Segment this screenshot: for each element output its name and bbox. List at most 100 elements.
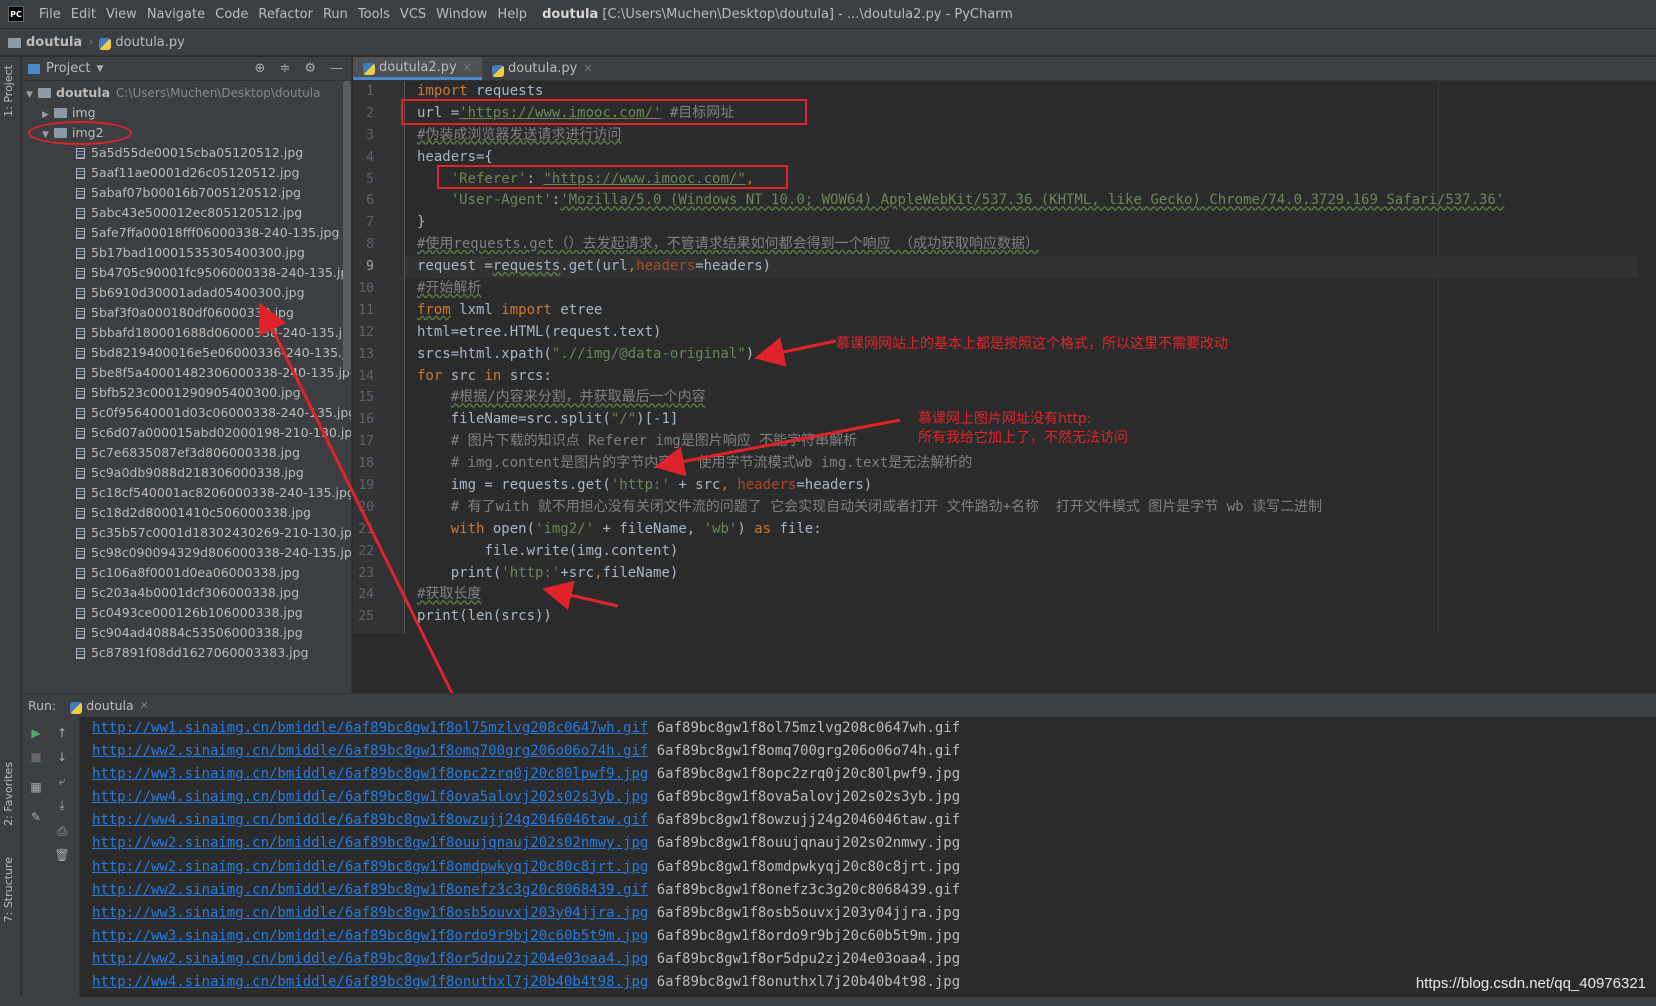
menu-edit[interactable]: Edit	[66, 7, 101, 22]
image-file-icon	[76, 168, 85, 179]
console-url-link[interactable]: http://ww3.sinaimg.cn/bmiddle/6af89bc8gw…	[92, 766, 648, 782]
menu-window[interactable]: Window	[431, 7, 492, 22]
image-file-icon	[76, 208, 85, 219]
console-url-link[interactable]: http://ww2.sinaimg.cn/bmiddle/6af89bc8gw…	[92, 882, 648, 898]
favorites-tool-tab[interactable]: 2: Favorites	[2, 762, 15, 826]
tab-doutula2[interactable]: doutula2.py ✕	[353, 57, 482, 80]
tree-file[interactable]: 5c18cf540001ac8206000338-240-135.jpg	[22, 483, 351, 503]
image-file-icon	[76, 588, 85, 599]
menu-refactor[interactable]: Refactor	[253, 7, 318, 22]
locate-icon[interactable]: ⊕	[255, 61, 266, 76]
tree-file[interactable]: 5b17bad10001535305400300.jpg	[22, 243, 351, 263]
project-tool-tab[interactable]: 1: Project	[2, 65, 15, 117]
code-token: "/"	[610, 411, 637, 428]
menu-view[interactable]: View	[101, 7, 142, 22]
console-url-link[interactable]: http://ww2.sinaimg.cn/bmiddle/6af89bc8gw…	[92, 835, 648, 851]
trash-icon[interactable]: 🗑	[54, 847, 70, 863]
pin-icon[interactable]: ✎	[28, 809, 44, 825]
gear-icon[interactable]: ⚙	[304, 61, 316, 76]
code-token: requests	[467, 83, 544, 99]
tree-root[interactable]: ▼ doutula C:\Users\Muchen\Desktop\doutula	[22, 83, 351, 103]
tree-file[interactable]: 5b4705c90001fc9506000338-240-135.jpg	[22, 263, 351, 283]
tree-file[interactable]: 5abaf07b00016b7005120512.jpg	[22, 183, 351, 203]
tree-file[interactable]: 5baf3f0a000180df06000338.jpg	[22, 303, 351, 323]
print-icon[interactable]: ⎙	[54, 823, 70, 839]
console-url-link[interactable]: http://ww2.sinaimg.cn/bmiddle/6af89bc8gw…	[92, 951, 648, 967]
console-url-link[interactable]: http://ww2.sinaimg.cn/bmiddle/6af89bc8gw…	[92, 859, 648, 875]
run-console[interactable]: http://ww1.sinaimg.cn/bmiddle/6af89bc8gw…	[80, 717, 1656, 997]
menu-run[interactable]: Run	[318, 7, 353, 22]
tree-file[interactable]: 5c35b57c0001d18302430269-210-130.jpg	[22, 523, 351, 543]
tree-file-label: 5c18cf540001ac8206000338-240-135.jpg	[91, 485, 352, 500]
image-file-icon	[76, 508, 85, 519]
console-url-link[interactable]: http://ww2.sinaimg.cn/bmiddle/6af89bc8gw…	[92, 743, 648, 759]
pycharm-logo-icon: PC	[8, 6, 24, 22]
tree-file-label: 5b6910d30001adad05400300.jpg	[91, 285, 305, 300]
console-url-link[interactable]: http://ww4.sinaimg.cn/bmiddle/6af89bc8gw…	[92, 789, 648, 805]
arrow-up-icon[interactable]: ↑	[54, 725, 70, 741]
collapse-all-icon[interactable]: ≑	[279, 61, 290, 76]
breadcrumb-file[interactable]: doutula.py	[115, 35, 184, 50]
menu-help[interactable]: Help	[492, 7, 532, 22]
tree-file[interactable]: 5c904ad40884c53506000338.jpg	[22, 623, 351, 643]
run-panel-header: Run: doutula ✕	[22, 693, 1656, 717]
tree-file[interactable]: 5c0493ce000126b106000338.jpg	[22, 603, 351, 623]
code-token: + src	[669, 477, 721, 494]
soft-wrap-icon[interactable]: ⤶	[54, 773, 70, 789]
tree-file[interactable]: 5c98c090094329d806000338-240-135.jpg	[22, 543, 351, 563]
tree-file[interactable]: 5afe7ffa00018fff06000338-240-135.jpg	[22, 223, 351, 243]
folder-icon	[54, 108, 67, 118]
tree-file[interactable]: 5c87891f08dd1627060003383.jpg	[22, 643, 351, 663]
menu-vcs[interactable]: VCS	[395, 7, 431, 22]
structure-tool-tab[interactable]: 7: Structure	[2, 857, 15, 922]
tree-file[interactable]: 5c106a8f0001d0ea06000338.jpg	[22, 563, 351, 583]
console-url-link[interactable]: http://ww3.sinaimg.cn/bmiddle/6af89bc8gw…	[92, 928, 648, 944]
tree-file[interactable]: 5be8f5a40001482306000338-240-135.jpg	[22, 363, 351, 383]
run-label: Run:	[28, 698, 57, 713]
expanded-arrow-icon[interactable]: ▼	[26, 85, 38, 105]
run-config-tab[interactable]: doutula	[86, 698, 133, 713]
menu-code[interactable]: Code	[210, 7, 253, 22]
tree-file[interactable]: 5c18d2d80001410c506000338.jpg	[22, 503, 351, 523]
tree-file[interactable]: 5c203a4b0001dcf306000338.jpg	[22, 583, 351, 603]
scroll-to-end-icon[interactable]: ⤓	[54, 797, 70, 813]
project-view-selector[interactable]: Project	[46, 61, 90, 76]
breadcrumb-folder[interactable]: doutula	[26, 35, 82, 50]
image-file-icon	[76, 408, 85, 419]
stop-icon[interactable]: ■	[28, 749, 44, 765]
code-token: 'User-Agent'	[450, 192, 552, 209]
image-file-icon	[76, 288, 85, 299]
tree-file[interactable]: 5c0f95640001d03c06000338-240-135.jpg	[22, 403, 351, 423]
line-number: 6	[366, 193, 374, 209]
tab-doutula[interactable]: doutula.py ✕	[482, 57, 603, 80]
menu-file[interactable]: File	[34, 7, 66, 22]
close-icon[interactable]: ✕	[140, 699, 149, 712]
close-icon[interactable]: ✕	[583, 62, 592, 75]
tree-file[interactable]: 5abc43e500012ec805120512.jpg	[22, 203, 351, 223]
menu-tools[interactable]: Tools	[353, 7, 395, 22]
tree-file[interactable]: 5a5d55de00015cba05120512.jpg	[22, 143, 351, 163]
close-icon[interactable]: ✕	[463, 61, 472, 74]
tree-file[interactable]: 5bd8219400016e5e06000336-240-135.jpg	[22, 343, 351, 363]
tree-file[interactable]: 5c7e6835087ef3d806000338.jpg	[22, 443, 351, 463]
console-url-link[interactable]: http://ww1.sinaimg.cn/bmiddle/6af89bc8gw…	[92, 720, 648, 736]
rerun-icon[interactable]: ▶	[28, 725, 44, 741]
code-token: src	[442, 367, 485, 384]
chevron-down-icon[interactable]: ▼	[96, 64, 103, 74]
hide-panel-icon[interactable]: —	[330, 61, 343, 76]
tree-file[interactable]: 5bfb523c0001290905400300.jpg	[22, 383, 351, 403]
console-url-link[interactable]: http://ww4.sinaimg.cn/bmiddle/6af89bc8gw…	[92, 974, 648, 990]
tree-file[interactable]: 5c9a0db9088d218306000338.jpg	[22, 463, 351, 483]
code-area[interactable]: import requests url ='https://www.imooc.…	[405, 81, 1637, 633]
tree-file[interactable]: 5b6910d30001adad05400300.jpg	[22, 283, 351, 303]
console-url-link[interactable]: http://ww4.sinaimg.cn/bmiddle/6af89bc8gw…	[92, 812, 648, 828]
tree-file[interactable]: 5c6d07a000015abd02000198-210-130.jpg	[22, 423, 351, 443]
tree-scrollbar[interactable]	[343, 81, 351, 371]
layout-icon[interactable]: ▦	[28, 779, 44, 795]
console-url-link[interactable]: http://ww3.sinaimg.cn/bmiddle/6af89bc8gw…	[92, 905, 648, 921]
tree-folder-img[interactable]: ▶ img	[22, 103, 351, 123]
arrow-down-icon[interactable]: ↓	[54, 749, 70, 765]
tree-file[interactable]: 5aaf11ae0001d26c05120512.jpg	[22, 163, 351, 183]
menu-navigate[interactable]: Navigate	[142, 7, 210, 22]
tree-file[interactable]: 5bbafd180001688d06000338-240-135.jpg	[22, 323, 351, 343]
